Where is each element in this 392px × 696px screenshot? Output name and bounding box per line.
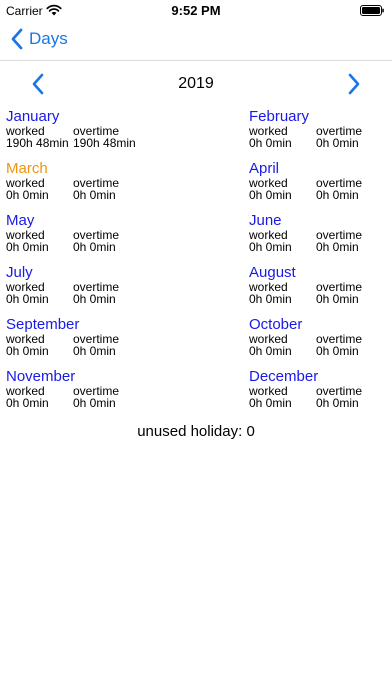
month-block: May worked overtime 0h 0min 0h 0min [6,212,149,262]
battery-icon [360,5,384,16]
month-block: December worked overtime 0h 0min 0h 0min [249,368,392,418]
year-header: 2019 [0,72,392,98]
overtime-value: 0h 0min [73,292,116,306]
worked-value: 0h 0min [6,344,49,358]
month-block: July worked overtime 0h 0min 0h 0min [6,264,149,314]
clock: 9:52 PM [171,3,221,18]
month-block: September worked overtime 0h 0min 0h 0min [6,316,149,366]
month-block: April worked overtime 0h 0min 0h 0min [249,160,392,210]
overtime-value: 0h 0min [73,396,116,410]
worked-value: 0h 0min [249,188,292,202]
chevron-left-icon [11,28,23,50]
worked-value: 0h 0min [249,240,292,254]
month-name: November [6,368,76,385]
month-name: August [249,264,296,281]
month-name: April [249,160,280,177]
overtime-value: 0h 0min [316,344,359,358]
month-name: May [6,212,35,229]
month-block: August worked overtime 0h 0min 0h 0min [249,264,392,314]
overtime-value: 0h 0min [316,136,359,150]
month-name: December [249,368,319,385]
overtime-value: 190h 48min [73,136,136,150]
month-block: March worked overtime 0h 0min 0h 0min [6,160,149,210]
month-name: March [6,160,48,177]
back-label: Days [29,29,68,48]
next-year-chevron-icon[interactable] [346,72,362,96]
month-block: June worked overtime 0h 0min 0h 0min [249,212,392,262]
worked-value: 0h 0min [6,188,49,202]
overtime-value: 0h 0min [316,240,359,254]
worked-value: 0h 0min [6,396,49,410]
month-name: February [249,108,310,125]
year-label: 2019 [178,75,214,92]
worked-value: 0h 0min [6,240,49,254]
worked-value: 0h 0min [249,396,292,410]
navigation-bar: Days [0,22,392,61]
unused-holiday-label: unused holiday: 0 [137,423,255,440]
back-button[interactable]: Days [10,28,68,50]
month-block: February worked overtime 0h 0min 0h 0min [249,108,392,158]
overtime-value: 0h 0min [316,292,359,306]
month-name: January [6,108,60,125]
overtime-value: 0h 0min [73,240,116,254]
status-bar: Carrier 9:52 PM [0,0,392,22]
month-name: October [249,316,303,333]
overtime-value: 0h 0min [73,344,116,358]
overtime-value: 0h 0min [316,188,359,202]
overtime-value: 0h 0min [316,396,359,410]
month-block: October worked overtime 0h 0min 0h 0min [249,316,392,366]
month-name: July [6,264,33,281]
worked-value: 0h 0min [6,292,49,306]
worked-value: 0h 0min [249,344,292,358]
month-block: January worked overtime 190h 48min 190h 48mi… [6,108,149,158]
worked-value: 190h 48min [6,136,69,150]
worked-value: 0h 0min [249,136,292,150]
month-name: June [249,212,282,229]
worked-value: 0h 0min [249,292,292,306]
month-name: September [6,316,80,333]
overtime-value: 0h 0min [73,188,116,202]
month-block: November worked overtime 0h 0min 0h 0min [6,368,149,418]
